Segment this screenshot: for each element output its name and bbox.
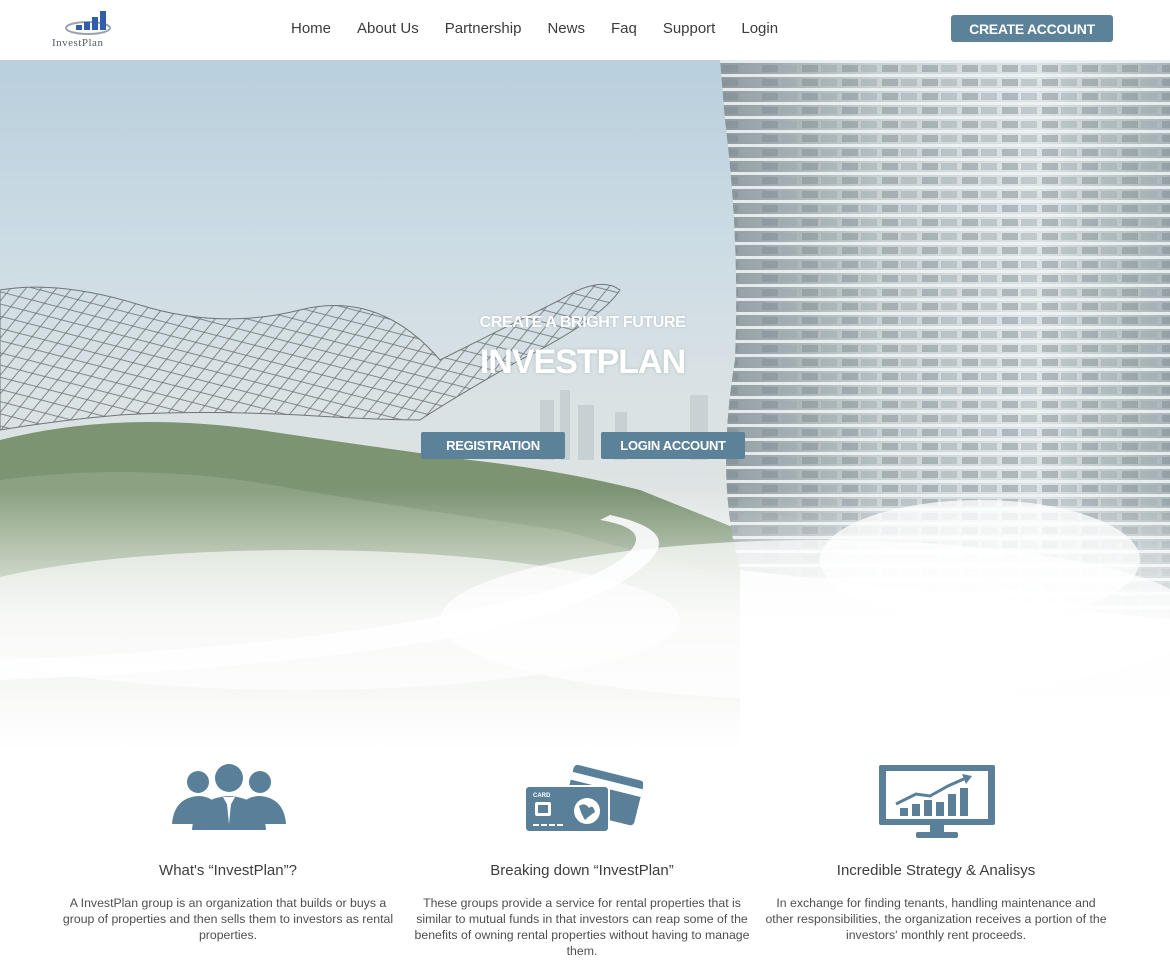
feature-text: In exchange for finding tenants, handlin… xyxy=(765,896,1107,942)
nav-login[interactable]: Login xyxy=(728,18,791,40)
hero-section: CREATE A BRIGHT FUTURE INVESTPLAN REGIST… xyxy=(0,60,1170,750)
registration-button[interactable]: REGISTRATION xyxy=(421,432,565,459)
nav-faq[interactable]: Faq xyxy=(598,18,650,40)
nav-about-us[interactable]: About Us xyxy=(344,18,432,40)
logo-text: InvestPlan xyxy=(52,37,104,49)
feature-text: These groups provide a service for renta… xyxy=(414,896,750,958)
nav-news[interactable]: News xyxy=(534,18,598,40)
nav-home[interactable]: Home xyxy=(278,18,344,40)
logo[interactable]: InvestPlan xyxy=(50,8,134,52)
credit-card-icon: CARD xyxy=(524,764,643,833)
feature-title: Breaking down “InvestPlan” xyxy=(490,862,674,879)
nav-partnership[interactable]: Partnership xyxy=(432,18,535,40)
feature-title: Incredible Strategy & Analisys xyxy=(836,862,1036,879)
nav-support[interactable]: Support xyxy=(650,18,729,40)
chart-monitor-icon xyxy=(879,765,995,838)
features-section: What's “InvestPlan”? A InvestPlan group … xyxy=(0,750,1170,964)
hero-content: CREATE A BRIGHT FUTURE INVESTPLAN REGIST… xyxy=(0,60,1170,750)
site-header: InvestPlan Home About Us Partnership New… xyxy=(0,0,1170,60)
feature-title: What's “InvestPlan”? xyxy=(159,862,297,879)
hero-title: INVESTPLAN xyxy=(479,343,686,381)
login-account-button[interactable]: LOGIN ACCOUNT xyxy=(601,432,745,459)
logo-icon xyxy=(65,11,111,35)
create-account-button[interactable]: CREATE ACCOUNT xyxy=(951,15,1113,42)
feature-text: A InvestPlan group is an organization th… xyxy=(62,896,394,942)
main-nav: Home About Us Partnership News Faq Suppo… xyxy=(278,18,791,40)
svg-text:CARD: CARD xyxy=(533,793,551,799)
hero-tagline: CREATE A BRIGHT FUTURE xyxy=(479,314,686,331)
team-icon xyxy=(172,764,286,830)
